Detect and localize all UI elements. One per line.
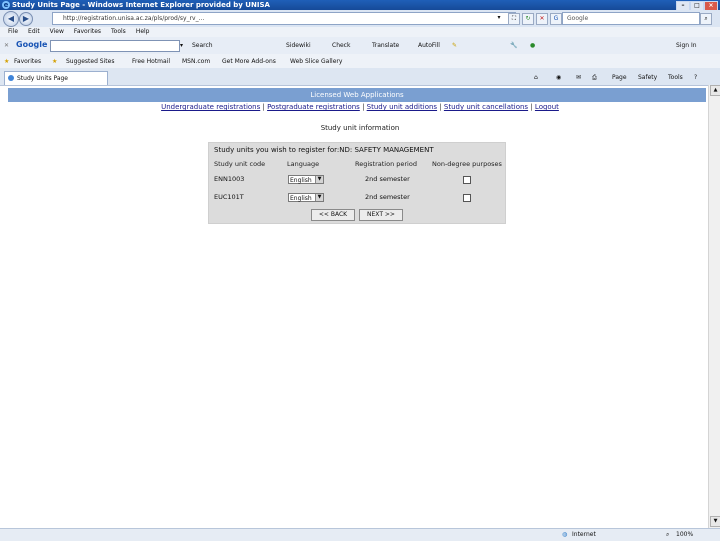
status-bar: ◍ Internet ⌕ 100%	[0, 528, 720, 541]
google-logo: Google	[16, 40, 48, 49]
internet-zone-icon: ◍	[562, 531, 568, 538]
search-icon[interactable]: ⌕	[700, 13, 712, 25]
url-dropdown-icon[interactable]: ▾	[494, 13, 504, 23]
row2-language-select[interactable]: English ▼	[288, 193, 324, 202]
tab-bar: Study Units Page ⌂ ◉ ✉ ⎙ Page Safety Too…	[0, 68, 720, 86]
page-banner: Licensed Web Applications	[8, 88, 706, 102]
translate-button[interactable]: Translate	[372, 41, 399, 50]
forward-icon[interactable]: ▶	[19, 12, 33, 26]
zoom-icon[interactable]: ⌕	[666, 529, 669, 541]
google-search-input[interactable]	[50, 40, 180, 52]
page-menu[interactable]: Page	[612, 73, 627, 82]
tab-label: Study Units Page	[17, 75, 69, 82]
study-units-panel: Study units you wish to register for:ND:…	[208, 142, 506, 224]
zone-label: Internet	[572, 531, 596, 538]
favorites-bar: ★ Favorites ★ Suggested Sites Free Hotma…	[0, 54, 720, 69]
highlight-icon[interactable]: ✎	[452, 41, 457, 50]
link-separator: |	[439, 103, 442, 111]
favorites-button[interactable]: Favorites	[14, 57, 41, 66]
row2-code: EUC101T	[214, 193, 244, 201]
back-icon[interactable]: ◀	[3, 11, 19, 27]
share-icon[interactable]: ●	[530, 41, 535, 50]
print-icon[interactable]: ⎙	[592, 73, 597, 82]
url-field[interactable]: http://registration.unisa.ac.za/pls/prod…	[52, 12, 516, 25]
link-separator: |	[530, 103, 533, 111]
menu-file[interactable]: File	[8, 27, 18, 37]
google-search-button[interactable]: Search	[192, 41, 213, 50]
header-registration-period: Registration period	[355, 160, 417, 168]
menu-bar: File Edit View Favorites Tools Help	[0, 27, 720, 37]
fav-get-more-addons[interactable]: Get More Add-ons	[222, 57, 276, 66]
tab-study-units[interactable]: Study Units Page	[4, 71, 108, 85]
link-separator: |	[262, 103, 265, 111]
panel-title: Study units you wish to register for:ND:…	[214, 146, 434, 154]
tools-menu[interactable]: Tools	[668, 73, 683, 82]
link-study-unit-cancellations[interactable]: Study unit cancellations	[444, 103, 528, 111]
add-favorite-icon[interactable]: ★	[52, 57, 57, 66]
row2-period: 2nd semester	[365, 193, 410, 201]
compatibility-icon[interactable]: ⛶	[508, 13, 520, 25]
zoom-level[interactable]: 100%	[676, 529, 693, 541]
address-bar-row: ◀ ▶ http://registration.unisa.ac.za/pls/…	[0, 10, 720, 28]
row1-language-select[interactable]: English ▼	[288, 175, 324, 184]
home-icon[interactable]: ⌂	[534, 73, 538, 82]
header-language: Language	[287, 160, 320, 168]
feeds-icon[interactable]: ◉	[556, 73, 561, 82]
safety-menu[interactable]: Safety	[638, 73, 657, 82]
help-icon[interactable]: ?	[694, 73, 697, 82]
autofill-button[interactable]: AutoFill	[418, 41, 440, 50]
row2-language-value: English	[290, 195, 312, 202]
link-study-unit-additions[interactable]: Study unit additions	[367, 103, 437, 111]
link-postgraduate-registrations[interactable]: Postgraduate registrations	[267, 103, 360, 111]
sidewiki-button[interactable]: Sidewiki	[286, 41, 311, 50]
close-toolbar-icon[interactable]: ✕	[4, 41, 9, 50]
stop-icon[interactable]: ✕	[536, 13, 548, 25]
google-search-logo-icon: G	[550, 13, 562, 25]
scroll-down-icon[interactable]: ▼	[710, 516, 720, 527]
fav-web-slice-gallery[interactable]: Web Slice Gallery	[290, 57, 342, 66]
menu-edit[interactable]: Edit	[28, 27, 40, 37]
row1-non-degree-checkbox[interactable]	[463, 176, 471, 184]
menu-help[interactable]: Help	[136, 27, 150, 37]
row1-period: 2nd semester	[365, 175, 410, 183]
scroll-up-icon[interactable]: ▲	[710, 85, 720, 96]
menu-tools[interactable]: Tools	[111, 27, 126, 37]
chevron-down-icon: ▼	[315, 194, 323, 201]
row1-code: ENN1003	[214, 175, 245, 183]
header-non-degree-purposes: Non-degree purposes	[432, 160, 502, 168]
menu-favorites[interactable]: Favorites	[74, 27, 101, 37]
refresh-icon[interactable]: ↻	[522, 13, 534, 25]
row2-non-degree-checkbox[interactable]	[463, 194, 471, 202]
sign-in-button[interactable]: Sign In	[676, 41, 697, 50]
ie-logo-icon: e	[2, 1, 10, 9]
nav-links: Undergraduate registrations | Postgradua…	[0, 103, 720, 112]
next-button[interactable]: NEXT >>	[359, 209, 403, 221]
google-toolbar: ✕ Google ▾ Search Sidewiki Check Transla…	[0, 37, 720, 55]
page-icon	[8, 75, 14, 81]
fav-free-hotmail[interactable]: Free Hotmail	[132, 57, 170, 66]
title-bar: e Study Units Page - Windows Internet Ex…	[0, 0, 720, 11]
favorites-star-icon: ★	[4, 58, 10, 65]
link-separator: |	[362, 103, 365, 111]
google-search-dropdown-icon[interactable]: ▾	[180, 41, 183, 50]
search-input[interactable]: Google	[562, 12, 700, 25]
fav-suggested-sites[interactable]: Suggested Sites	[66, 57, 114, 66]
link-logout[interactable]: Logout	[535, 103, 559, 111]
row1-language-value: English	[290, 177, 312, 184]
section-title: Study unit information	[320, 124, 400, 132]
chevron-down-icon: ▼	[315, 176, 323, 183]
fav-msn[interactable]: MSN.com	[182, 57, 210, 66]
header-study-unit-code: Study unit code	[214, 160, 266, 168]
wrench-icon[interactable]: 🔧	[510, 41, 517, 50]
check-button[interactable]: Check	[332, 41, 350, 50]
menu-view[interactable]: View	[50, 27, 64, 37]
vertical-scrollbar[interactable]: ▲ ▼	[708, 85, 720, 528]
window-title: Study Units Page - Windows Internet Expl…	[12, 1, 270, 9]
back-button[interactable]: << BACK	[311, 209, 355, 221]
mail-icon[interactable]: ✉	[576, 73, 581, 82]
link-undergraduate-registrations[interactable]: Undergraduate registrations	[161, 103, 260, 111]
